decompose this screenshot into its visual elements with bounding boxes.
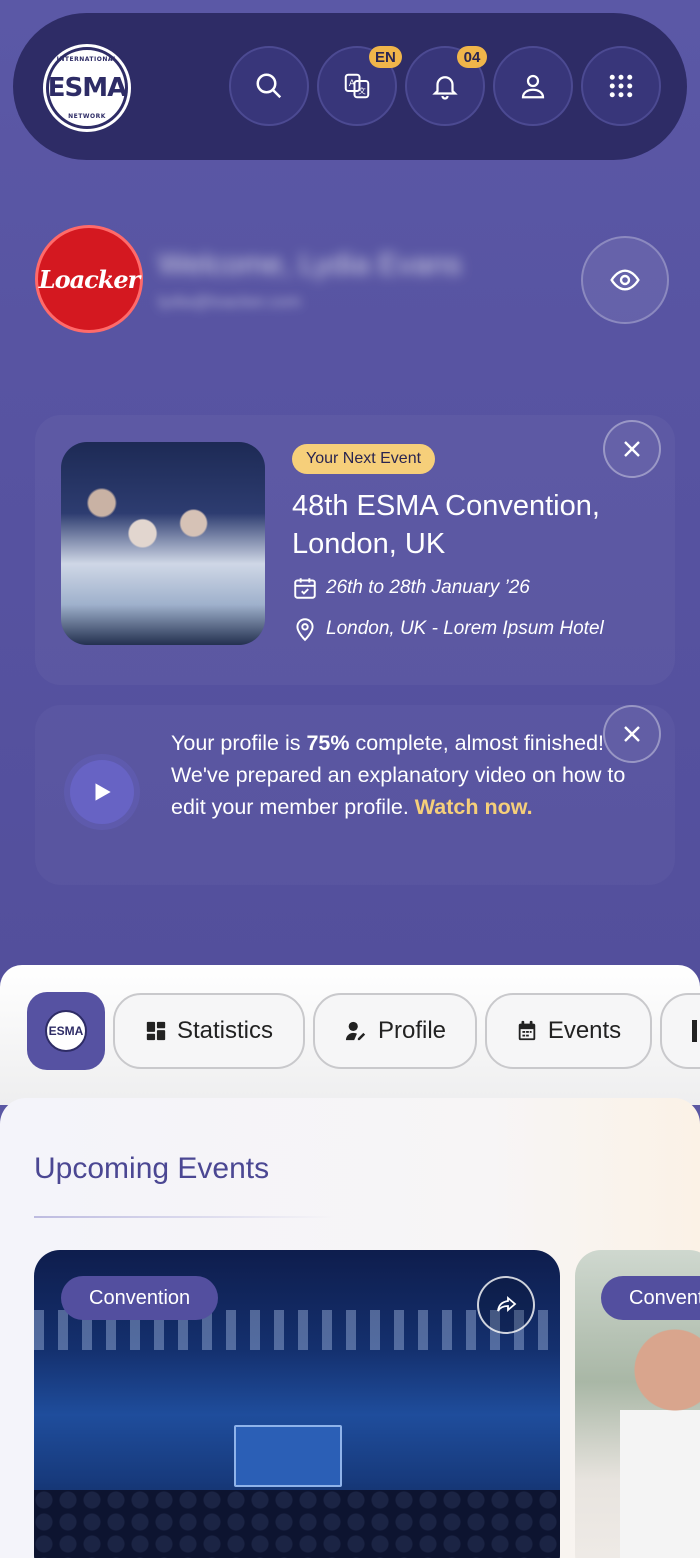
- svg-text:文: 文: [358, 86, 366, 96]
- tab-more-icon: [692, 1020, 697, 1042]
- close-icon: [624, 726, 640, 742]
- notifications-badge: 04: [457, 46, 487, 68]
- event-card-2-category: Convention: [601, 1276, 700, 1320]
- dashboard-icon: [146, 1021, 166, 1041]
- svg-text:A: A: [349, 79, 355, 89]
- stage-screen: [234, 1425, 342, 1487]
- upcoming-events-title: Upcoming Events: [34, 1152, 270, 1185]
- share-button[interactable]: [477, 1276, 535, 1334]
- avatar-text: Loacker: [38, 264, 141, 294]
- user-icon: [521, 74, 545, 99]
- tab-events[interactable]: Events: [485, 993, 652, 1069]
- tab-events-label: Events: [547, 1017, 622, 1044]
- audience: [34, 1490, 560, 1558]
- event-date-row: 26th to 28th January ’26: [292, 574, 530, 602]
- event-card-1-category: Convention: [61, 1276, 219, 1320]
- event-photo: [61, 442, 265, 645]
- profile-percent: 75%: [306, 731, 350, 755]
- next-event-badge: Your Next Event: [292, 444, 436, 474]
- logo-ring-top: INTERNATIONAL: [56, 56, 118, 63]
- grid-menu-icon: [609, 74, 633, 98]
- profile-completion-text: Your profile is 75% complete, almost fin…: [171, 727, 631, 823]
- tab-profile-label: Profile: [377, 1017, 447, 1044]
- user-edit-icon: [345, 1021, 366, 1041]
- location-pin-icon: [296, 618, 314, 642]
- menu-button[interactable]: [581, 46, 661, 126]
- translate-icon: A文: [344, 73, 370, 99]
- calendar-icon: [518, 1020, 536, 1041]
- tab-statistics[interactable]: Statistics: [113, 993, 305, 1069]
- tab-home[interactable]: ESMA: [27, 992, 105, 1070]
- search-icon: [256, 73, 282, 99]
- event-title: 48th ESMA Convention, London, UK: [292, 490, 600, 560]
- tab-more-partial[interactable]: [660, 993, 700, 1069]
- language-button[interactable]: A文 EN: [317, 46, 402, 126]
- profile-text-before: Your profile is: [171, 731, 307, 755]
- esma-logo-mark: INTERNATIONAL ESMA NETWORK: [46, 47, 128, 129]
- bell-icon: [432, 76, 458, 100]
- language-badge: EN: [369, 46, 402, 68]
- event-location: London, UK - Lorem Ipsum Hotel: [326, 618, 604, 639]
- account-button[interactable]: [493, 46, 573, 126]
- event-dates: 26th to 28th January ’26: [326, 577, 530, 598]
- search-button[interactable]: [229, 46, 309, 126]
- play-video-button[interactable]: [70, 760, 134, 824]
- eye-icon: [610, 269, 640, 291]
- dismiss-event-button[interactable]: [603, 420, 661, 478]
- esma-logo[interactable]: INTERNATIONAL ESMA NETWORK: [40, 41, 134, 135]
- section-divider: [34, 1216, 334, 1218]
- watch-now-link[interactable]: Watch now.: [415, 795, 533, 819]
- tab-profile[interactable]: Profile: [313, 993, 477, 1069]
- toggle-visibility-button[interactable]: [581, 236, 669, 324]
- share-icon: [497, 1296, 517, 1312]
- speaker-photo: [620, 1320, 700, 1558]
- company-avatar[interactable]: Loacker: [35, 225, 143, 333]
- logo-ring-bottom: NETWORK: [68, 113, 106, 120]
- calendar-icon: [294, 578, 316, 599]
- esma-mini-logo: ESMA: [45, 1010, 87, 1052]
- logo-text: ESMA: [47, 73, 127, 103]
- close-icon: [624, 441, 640, 457]
- notifications-button[interactable]: 04: [405, 46, 487, 126]
- welcome-subtitle: lydia@loacker.com: [158, 292, 301, 311]
- play-icon: [95, 783, 111, 801]
- tab-statistics-label: Statistics: [176, 1017, 274, 1044]
- welcome-greeting: Welcome, Lydia Evans: [158, 248, 462, 281]
- event-location-row: London, UK - Lorem Ipsum Hotel: [292, 615, 604, 643]
- dismiss-profile-button[interactable]: [603, 705, 661, 763]
